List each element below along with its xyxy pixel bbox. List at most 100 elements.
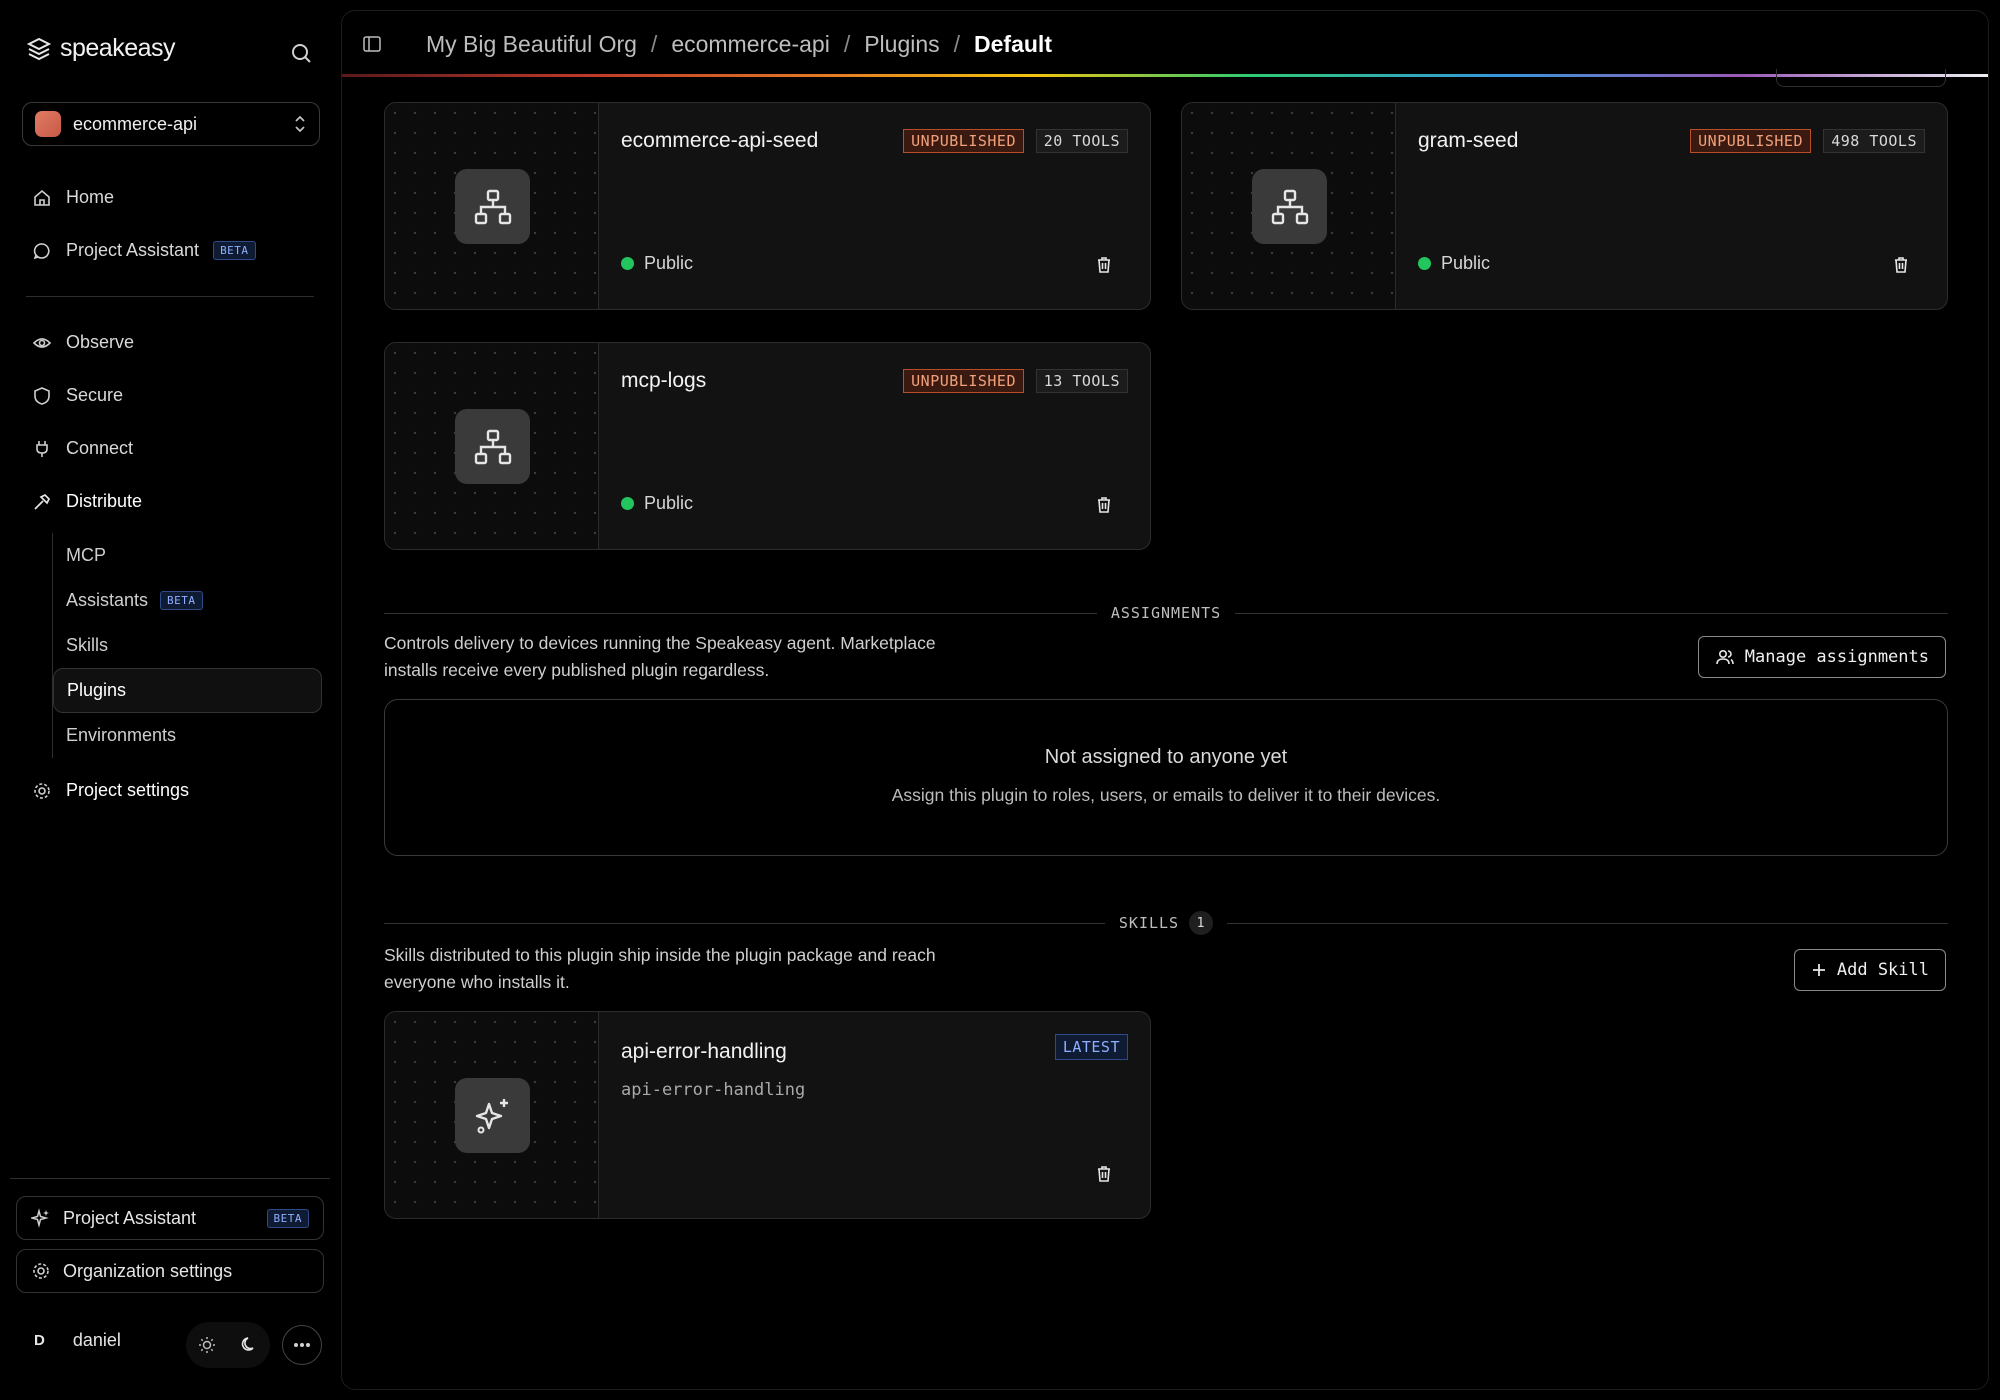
skill-name: api-error-handling bbox=[621, 1040, 787, 1063]
search-icon[interactable] bbox=[290, 42, 312, 64]
subnav-plugins-label: Plugins bbox=[67, 680, 127, 700]
more-options-button[interactable] bbox=[282, 1325, 322, 1365]
moon-icon[interactable] bbox=[240, 1336, 258, 1354]
subnav-skills[interactable]: Skills bbox=[53, 623, 322, 668]
nav-distribute[interactable]: Distribute bbox=[22, 475, 322, 528]
visibility-indicator: Public bbox=[621, 493, 693, 514]
status-dot bbox=[1418, 257, 1431, 270]
breadcrumb-plugins[interactable]: Plugins bbox=[864, 31, 939, 58]
subnav-plugins[interactable]: Plugins bbox=[53, 668, 322, 713]
organization-settings-button[interactable]: Organization settings bbox=[16, 1249, 324, 1293]
manage-assignments-button[interactable]: Manage assignments bbox=[1697, 636, 1946, 678]
beta-badge: BETA bbox=[266, 1208, 309, 1228]
nav-connect-label: Connect bbox=[66, 438, 134, 458]
trash-icon[interactable] bbox=[1094, 495, 1114, 515]
organization-settings-label: Organization settings bbox=[63, 1260, 233, 1281]
status-dot bbox=[621, 257, 634, 270]
brand-name: speakeasy bbox=[60, 34, 176, 62]
nav-divider bbox=[26, 296, 314, 297]
nav-connect[interactable]: Connect bbox=[22, 422, 322, 475]
user-menu[interactable]: D daniel bbox=[34, 1330, 121, 1351]
empty-state-title: Not assigned to anyone yet bbox=[1044, 746, 1288, 768]
status-dot bbox=[621, 497, 634, 510]
skill-thumbnail bbox=[385, 1012, 599, 1218]
beta-badge: BETA bbox=[160, 591, 203, 610]
hierarchy-icon bbox=[455, 169, 530, 244]
tools-count-badge: 20 TOOLS bbox=[1035, 129, 1128, 153]
plugin-thumbnail bbox=[1182, 103, 1396, 309]
gear-icon bbox=[33, 1263, 49, 1279]
add-skill-label: Add Skill bbox=[1836, 960, 1929, 980]
hammer-icon bbox=[34, 493, 51, 510]
plugin-name: gram-seed bbox=[1418, 129, 1519, 152]
skill-card[interactable]: api-error-handling api-error-handling LA… bbox=[384, 1011, 1151, 1219]
project-avatar bbox=[35, 111, 61, 137]
divider-line bbox=[1227, 922, 1948, 924]
plug-icon bbox=[36, 440, 48, 457]
sparkle-icon bbox=[31, 1208, 49, 1228]
skills-section-header: SKILLS 1 bbox=[384, 911, 1948, 935]
breadcrumb: My Big Beautiful Org / ecommerce-api / P… bbox=[426, 31, 1052, 58]
speakeasy-logo-icon bbox=[26, 37, 52, 60]
section-title: ASSIGNMENTS bbox=[1110, 604, 1222, 622]
nav-project-settings-label: Project settings bbox=[66, 780, 190, 800]
brand[interactable]: speakeasy bbox=[26, 34, 176, 63]
nav-project-settings[interactable]: Project settings bbox=[22, 764, 322, 817]
visibility-label: Public bbox=[644, 253, 694, 273]
subnav-environments[interactable]: Environments bbox=[53, 713, 322, 758]
plugin-name: mcp-logs bbox=[621, 369, 707, 392]
breadcrumb-project[interactable]: ecommerce-api bbox=[671, 31, 830, 58]
nav-home[interactable]: Home bbox=[22, 171, 322, 224]
plugin-card[interactable]: ecommerce-api-seed UNPUBLISHED 20 TOOLS … bbox=[384, 102, 1151, 310]
plugin-thumbnail bbox=[385, 343, 599, 549]
settings-nav: Project settings bbox=[22, 764, 322, 817]
visibility-indicator: Public bbox=[621, 253, 693, 274]
plugin-card[interactable]: gram-seed UNPUBLISHED 498 TOOLS Public bbox=[1181, 102, 1948, 310]
theme-toggle[interactable] bbox=[186, 1322, 270, 1368]
nav-secure-label: Secure bbox=[66, 385, 124, 405]
trash-icon[interactable] bbox=[1094, 255, 1114, 275]
add-skill-button[interactable]: Add Skill bbox=[1793, 949, 1946, 991]
divider-line bbox=[384, 922, 1105, 924]
home-icon bbox=[34, 189, 50, 206]
breadcrumb-org[interactable]: My Big Beautiful Org bbox=[426, 31, 637, 58]
gear-icon bbox=[34, 782, 50, 799]
distribute-subnav: MCP Assistants BETA Skills Plugins Enviro… bbox=[52, 533, 322, 758]
primary-nav: Home Project Assistant BETA bbox=[22, 171, 322, 277]
assignments-section-header: ASSIGNMENTS bbox=[384, 603, 1948, 623]
divider-line bbox=[384, 612, 1097, 614]
manage-assignments-label: Manage assignments bbox=[1744, 647, 1929, 667]
status-badge: UNPUBLISHED bbox=[903, 369, 1024, 393]
nav-project-assistant[interactable]: Project Assistant BETA bbox=[22, 224, 322, 277]
status-badge: UNPUBLISHED bbox=[903, 129, 1024, 153]
tools-count-badge: 498 TOOLS bbox=[1823, 129, 1925, 153]
users-icon bbox=[1715, 649, 1734, 665]
nav-project-assistant-label: Project Assistant bbox=[66, 240, 200, 260]
clipped-button[interactable] bbox=[1776, 69, 1946, 87]
nav-observe[interactable]: Observe bbox=[22, 316, 322, 369]
sun-icon[interactable] bbox=[198, 1336, 216, 1354]
plugin-card[interactable]: mcp-logs UNPUBLISHED 13 TOOLS Public bbox=[384, 342, 1151, 550]
breadcrumb-separator: / bbox=[953, 30, 961, 57]
subnav-assistants[interactable]: Assistants BETA bbox=[53, 578, 322, 623]
plugin-name: ecommerce-api-seed bbox=[621, 129, 819, 152]
visibility-indicator: Public bbox=[1418, 253, 1490, 274]
tools-count-badge: 13 TOOLS bbox=[1035, 369, 1128, 393]
eye-icon bbox=[32, 337, 52, 348]
plugin-thumbnail bbox=[385, 103, 599, 309]
chevron-updown-icon bbox=[295, 115, 305, 133]
assignments-description: Controls delivery to devices running the… bbox=[384, 633, 936, 680]
nav-observe-label: Observe bbox=[66, 332, 135, 352]
subnav-mcp[interactable]: MCP bbox=[53, 533, 322, 578]
trash-icon[interactable] bbox=[1094, 1164, 1114, 1184]
sidebar-toggle-icon[interactable] bbox=[362, 34, 382, 54]
project-assistant-button[interactable]: Project Assistant BETA bbox=[16, 1196, 324, 1240]
project-selector[interactable]: ecommerce-api bbox=[22, 102, 320, 146]
nav-secure[interactable]: Secure bbox=[22, 369, 322, 422]
visibility-label: Public bbox=[644, 493, 694, 513]
sidebar: speakeasy ecommerce-api Home Project Ass… bbox=[0, 0, 340, 1400]
plus-icon bbox=[1812, 964, 1825, 976]
nav-home-label: Home bbox=[66, 187, 115, 207]
breadcrumb-separator: / bbox=[843, 30, 851, 57]
trash-icon[interactable] bbox=[1891, 255, 1911, 275]
